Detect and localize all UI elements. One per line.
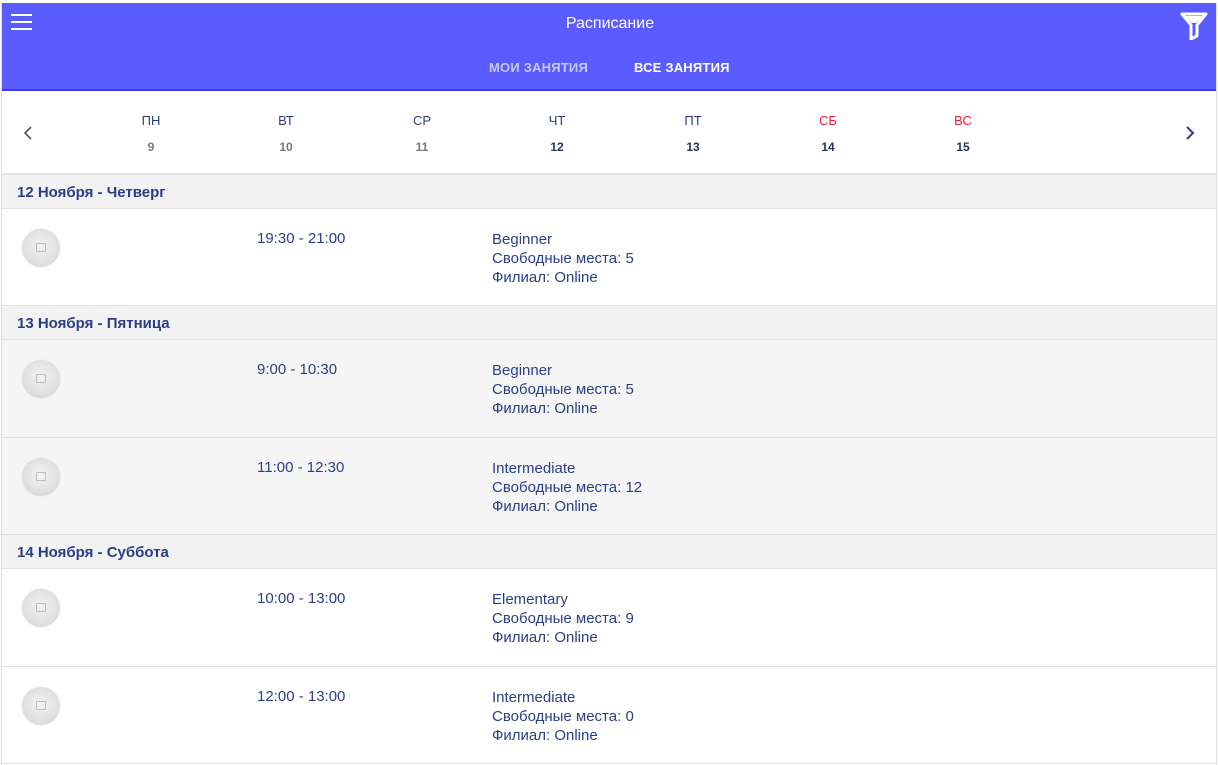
prev-week-chevron-left-icon[interactable] [18,121,38,145]
lesson-branch: Филиал: Online [492,629,598,646]
day-tuesday[interactable]: ВТ 10 [266,113,306,154]
tabs: МОИ ЗАНЯТИЯ ВСЕ ЗАНЯТИЯ [2,60,1216,80]
top-bar: Расписание МОИ ЗАНЯТИЯ ВСЕ ЗАНЯТИЯ [2,3,1216,91]
day-name: ПН [141,113,161,128]
teacher-avatar-icon [22,360,60,398]
image-placeholder-icon [36,243,46,252]
day-name: ПТ [684,113,702,128]
app-frame: Расписание МОИ ЗАНЯТИЯ ВСЕ ЗАНЯТИЯ ПН 9 … [1,3,1217,765]
day-name: СБ [819,113,837,128]
lesson-branch: Филиал: Online [492,269,598,286]
lesson-time: 12:00 - 13:00 [257,688,346,705]
day-sunday[interactable]: ВС 15 [943,113,983,154]
schedule-list: 12 Ноября - Четверг 19:30 - 21:00 Beginn… [2,175,1216,764]
teacher-avatar-icon [22,687,60,725]
lesson-time: 19:30 - 21:00 [257,230,346,247]
lesson-info: Intermediate Свободные места: 12 Филиал:… [492,459,642,516]
day-friday[interactable]: ПТ 13 [673,113,713,154]
teacher-avatar-icon [22,229,60,267]
lesson-row[interactable]: 19:30 - 21:00 Beginner Свободные места: … [2,209,1216,306]
tab-my-lessons[interactable]: МОИ ЗАНЯТИЯ [489,60,588,75]
filter-icon[interactable] [1180,10,1208,41]
day-date: 10 [279,140,293,154]
lesson-branch: Филиал: Online [492,727,598,744]
lesson-info: Intermediate Свободные места: 0 Филиал: … [492,688,634,745]
lesson-time: 9:00 - 10:30 [257,361,338,378]
day-date: 9 [147,140,155,154]
lesson-level: Intermediate [492,460,576,477]
lesson-info: Beginner Свободные места: 5 Филиал: Onli… [492,361,634,418]
image-placeholder-icon [36,374,46,383]
page-title: Расписание [565,15,655,32]
day-saturday[interactable]: СБ 14 [808,113,848,154]
day-wednesday[interactable]: СР 11 [402,113,442,154]
next-week-chevron-right-icon[interactable] [1179,121,1199,145]
lesson-branch: Филиал: Online [492,400,598,417]
lesson-row[interactable]: 12:00 - 13:00 Intermediate Свободные мес… [2,667,1216,764]
lesson-seats: Свободные места: 9 [492,610,634,627]
day-thursday[interactable]: ЧТ 12 [537,113,577,154]
image-placeholder-icon [36,472,46,481]
day-date: 12 [550,140,564,154]
lesson-level: Beginner [492,362,553,379]
teacher-avatar-icon [22,458,60,496]
lesson-branch: Филиал: Online [492,498,598,515]
day-name: ЧТ [548,113,566,128]
image-placeholder-icon [36,603,46,612]
image-placeholder-icon [36,701,46,710]
day-date: 13 [686,140,700,154]
lesson-seats: Свободные места: 5 [492,250,634,267]
lesson-info: Beginner Свободные места: 5 Филиал: Onli… [492,230,634,287]
lesson-row[interactable]: 11:00 - 12:30 Intermediate Свободные мес… [2,438,1216,535]
lesson-seats: Свободные места: 12 [492,479,643,496]
date-header: 12 Ноября - Четверг [2,175,1216,209]
tab-all-lessons[interactable]: ВСЕ ЗАНЯТИЯ [634,60,730,75]
lesson-info: Elementary Свободные места: 9 Филиал: On… [492,590,634,647]
lesson-row[interactable]: 10:00 - 13:00 Elementary Свободные места… [2,569,1216,667]
lesson-level: Intermediate [492,689,576,706]
week-strip: ПН 9 ВТ 10 СР 11 ЧТ 12 ПТ 13 СБ 14 ВС 15 [2,91,1216,175]
day-date: 11 [415,140,429,154]
day-name: СР [412,113,432,128]
day-name: ВС [954,113,972,128]
date-header: 13 Ноября - Пятница [2,306,1216,340]
day-date: 15 [956,140,970,154]
day-name: ВТ [278,113,294,128]
lesson-time: 11:00 - 12:30 [257,459,345,476]
lesson-seats: Свободные места: 0 [492,708,634,725]
date-header: 14 Ноября - Суббота [2,535,1216,569]
teacher-avatar-icon [22,589,60,627]
lesson-time: 10:00 - 13:00 [257,590,346,607]
lesson-level: Elementary [492,591,568,608]
day-date: 14 [821,140,835,154]
lesson-level: Beginner [492,231,553,248]
lesson-seats: Свободные места: 5 [492,381,634,398]
day-monday[interactable]: ПН 9 [131,113,171,154]
lesson-row[interactable]: 9:00 - 10:30 Beginner Свободные места: 5… [2,340,1216,438]
